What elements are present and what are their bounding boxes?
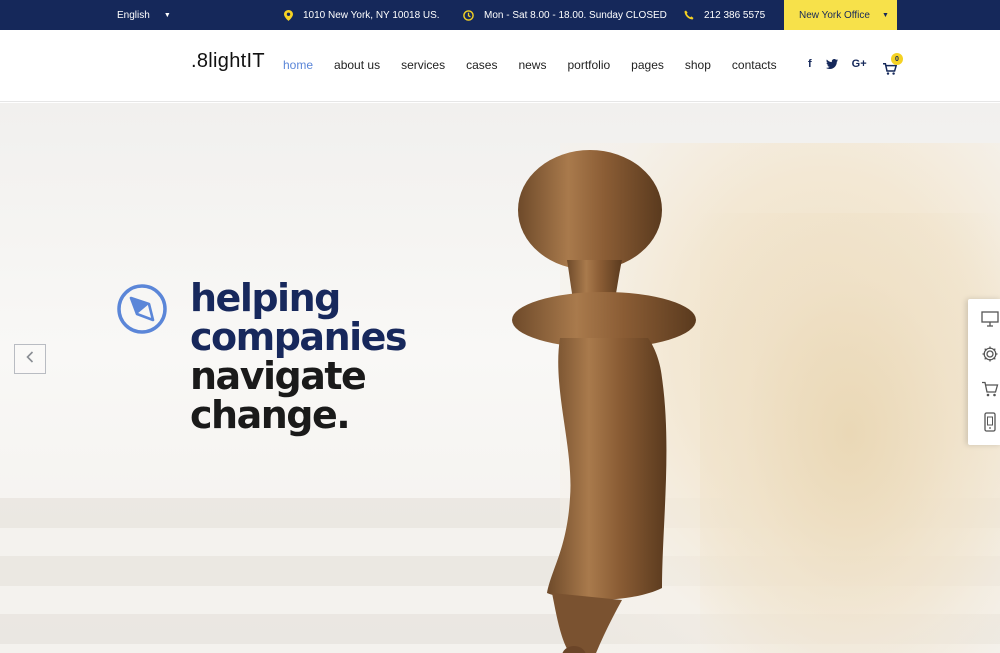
phone-text: 212 386 5575 (704, 9, 766, 21)
compass-icon (116, 283, 168, 335)
cart-count-badge: 0 (891, 53, 903, 65)
hero-headline: helping companies navigate change. (190, 276, 408, 437)
nav-contacts[interactable]: contacts (732, 58, 777, 72)
twitter-icon[interactable] (825, 59, 838, 69)
social-links: f G+ (808, 58, 881, 70)
nav-about-us[interactable]: about us (334, 58, 380, 72)
nav-services[interactable]: services (401, 58, 445, 72)
hero-slider: helping companies navigate change. (0, 103, 1000, 653)
nav-pages[interactable]: pages (631, 58, 664, 72)
site-logo[interactable]: .8lightIT (191, 50, 265, 73)
facebook-icon[interactable]: f (808, 58, 812, 70)
nav-shop[interactable]: shop (685, 58, 711, 72)
hours-text: Mon - Sat 8.00 - 18.00. Sunday CLOSED (484, 9, 667, 21)
side-toolbar (968, 299, 1000, 445)
main-nav: home about us services cases news portfo… (283, 58, 798, 72)
caret-down-icon: ▼ (163, 11, 171, 19)
cart-button[interactable]: 0 (883, 53, 907, 78)
headline-line-3: navigate (190, 354, 367, 398)
top-bar: English ▼ 1010 New York, NY 10018 US. Mo… (0, 0, 1000, 30)
caret-down-icon: ▼ (881, 11, 889, 19)
headline-line-4: change. (190, 393, 351, 437)
gear-icon[interactable] (980, 344, 1000, 364)
site-header: .8lightIT home about us services cases n… (0, 30, 1000, 102)
monitor-icon[interactable] (980, 309, 1000, 329)
language-label: English (117, 9, 150, 21)
clock-icon (463, 9, 474, 21)
nav-home[interactable]: home (283, 58, 313, 72)
map-pin-icon (284, 9, 293, 21)
language-selector[interactable]: English ▼ (117, 0, 171, 30)
slider-prev-button[interactable] (14, 344, 46, 374)
phone[interactable]: 212 386 5575 (684, 0, 765, 30)
nav-portfolio[interactable]: portfolio (567, 58, 610, 72)
nav-cases[interactable]: cases (466, 58, 497, 72)
blurred-pawns-highlight (700, 213, 1000, 653)
address-text: 1010 New York, NY 10018 US. (303, 9, 440, 21)
google-plus-icon[interactable]: G+ (852, 58, 867, 70)
headline-line-2: companies (190, 315, 408, 359)
office-label: New York Office (799, 9, 870, 21)
phone-icon (684, 10, 694, 20)
mobile-icon[interactable] (980, 412, 1000, 432)
headline-line-1: helping (190, 276, 341, 320)
wooden-pawn-image (512, 150, 696, 653)
opening-hours: Mon - Sat 8.00 - 18.00. Sunday CLOSED (463, 0, 667, 30)
nav-news[interactable]: news (518, 58, 546, 72)
cart-icon[interactable] (980, 379, 1000, 399)
chevron-left-icon (26, 350, 34, 368)
office-selector[interactable]: New York Office ▼ (784, 0, 897, 30)
address: 1010 New York, NY 10018 US. (284, 0, 440, 30)
